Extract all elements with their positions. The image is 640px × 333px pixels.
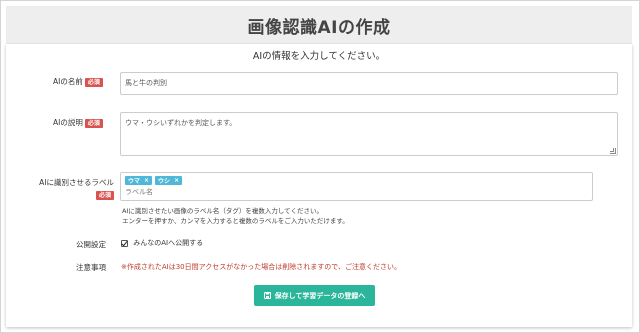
public-checkbox[interactable] xyxy=(121,239,128,247)
name-label: AIの名前 xyxy=(53,77,83,86)
page-header: 画像認識AIの作成 xyxy=(6,6,632,44)
labels-help-line-2: エンターを押すか、カンマを入力すると複数のラベルをご入力いただけます。 xyxy=(122,216,349,225)
name-label-row: AIの名前 必須 xyxy=(53,76,103,87)
caution-label: 注意事項 xyxy=(76,263,106,272)
labels-label: AIに識別させるラベル xyxy=(39,178,114,187)
description-label-row: AIの説明 必須 xyxy=(53,117,103,128)
resize-handle-icon[interactable] xyxy=(610,148,616,154)
label-placeholder: ラベル名 xyxy=(125,188,153,196)
save-icon xyxy=(263,292,271,299)
page-frame: 画像認識AIの作成 AIの情報を入力してください。 AIの名前 必須 馬と牛の判別… xyxy=(0,0,640,333)
ai-name-input[interactable]: 馬と牛の判別 xyxy=(120,72,618,95)
tag-chip: ウマ × xyxy=(125,176,153,185)
ai-description-textarea[interactable]: ウマ・ウシいずれかを判定します。 xyxy=(120,112,618,156)
save-button-label: 保存して学習データの登録へ xyxy=(274,291,366,300)
page-title: 画像認識AIの作成 xyxy=(247,17,391,38)
tag-remove-icon[interactable]: × xyxy=(174,177,179,184)
labels-help: AIに識別させたい画像のラベル名（タグ）を複数入力してください。 エンターを押す… xyxy=(122,207,349,226)
tag-text: ウマ xyxy=(128,178,141,185)
visibility-label: 公開設定 xyxy=(76,240,106,249)
required-badge: 必須 xyxy=(95,190,114,200)
labels-tag-input[interactable]: ウマ × ウシ × ラベル名 xyxy=(120,172,593,201)
save-and-register-button[interactable]: 保存して学習データの登録へ xyxy=(254,285,375,306)
tag-list: ウマ × ウシ × xyxy=(125,176,588,186)
visibility-row: みんなのAIへ公開する xyxy=(121,238,203,248)
labels-help-line-1: AIに識別させたい画像のラベル名（タグ）を複数入力してください。 xyxy=(122,207,323,215)
form-intro: AIの情報を入力してください。 xyxy=(252,51,386,62)
ai-name-value: 馬と牛の判別 xyxy=(125,79,167,87)
tag-text: ウシ xyxy=(158,178,171,185)
public-checkbox-label[interactable]: みんなのAIへ公開する xyxy=(133,239,203,247)
tag-chip: ウシ × xyxy=(155,176,183,185)
tag-remove-icon[interactable]: × xyxy=(144,177,149,184)
description-label: AIの説明 xyxy=(53,118,83,127)
caution-text: ※作成されたAIは30日間アクセスがなかった場合は削除されますので、ご注意くださ… xyxy=(121,263,401,271)
form-card: AIの情報を入力してください。 AIの名前 必須 馬と牛の判別 AIの説明 必須 ウ… xyxy=(6,44,632,327)
required-badge: 必須 xyxy=(84,77,103,87)
ai-description-value: ウマ・ウシいずれかを判定します。 xyxy=(125,119,237,127)
labels-label-row: AIに識別させるラベル 必須 xyxy=(32,177,114,200)
required-badge: 必須 xyxy=(84,118,103,128)
